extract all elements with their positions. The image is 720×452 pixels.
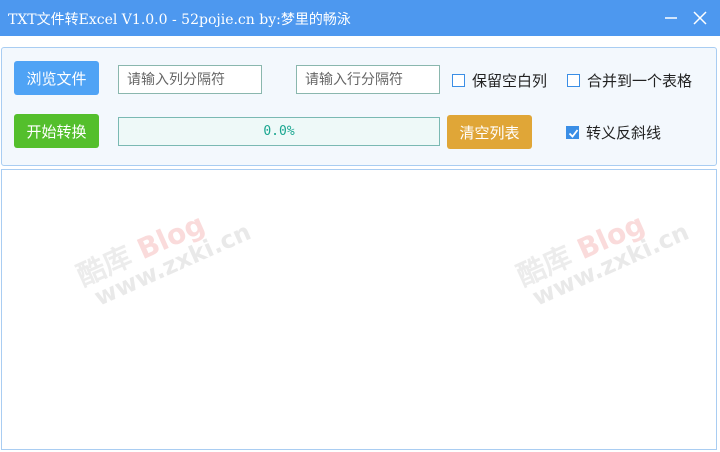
merge-into-one-sheet-checkbox[interactable]: 合并到一个表格 [567,70,692,91]
column-separator-input[interactable] [118,65,262,94]
checkbox-box[interactable] [452,74,465,87]
checkmark-icon [568,129,579,138]
escape-backslash-label: 转义反斜线 [586,124,662,142]
minimize-icon [665,17,677,19]
progress-bar: 0.0% [118,117,440,146]
keep-blank-column-checkbox[interactable]: 保留空白列 [452,70,547,91]
close-button[interactable] [690,8,710,28]
merge-into-one-sheet-label: 合并到一个表格 [587,72,693,90]
checkbox-box[interactable] [566,126,579,139]
minimize-button[interactable] [661,8,681,28]
keep-blank-column-label: 保留空白列 [472,72,548,90]
browse-file-button[interactable]: 浏览文件 [14,61,99,95]
close-icon [693,11,707,25]
checkbox-box[interactable] [567,74,580,87]
progress-text: 0.0% [263,124,295,139]
window-title: TXT文件转Excel V1.0.0 - 52pojie.cn by:梦里的畅泳 [8,12,351,28]
escape-backslash-checkbox[interactable]: 转义反斜线 [566,122,661,143]
title-bar[interactable]: TXT文件转Excel V1.0.0 - 52pojie.cn by:梦里的畅泳 [0,0,720,36]
row-separator-input[interactable] [296,65,440,94]
start-convert-button[interactable]: 开始转换 [14,114,99,148]
file-list-panel[interactable] [1,169,717,450]
clear-list-button[interactable]: 清空列表 [447,115,532,149]
